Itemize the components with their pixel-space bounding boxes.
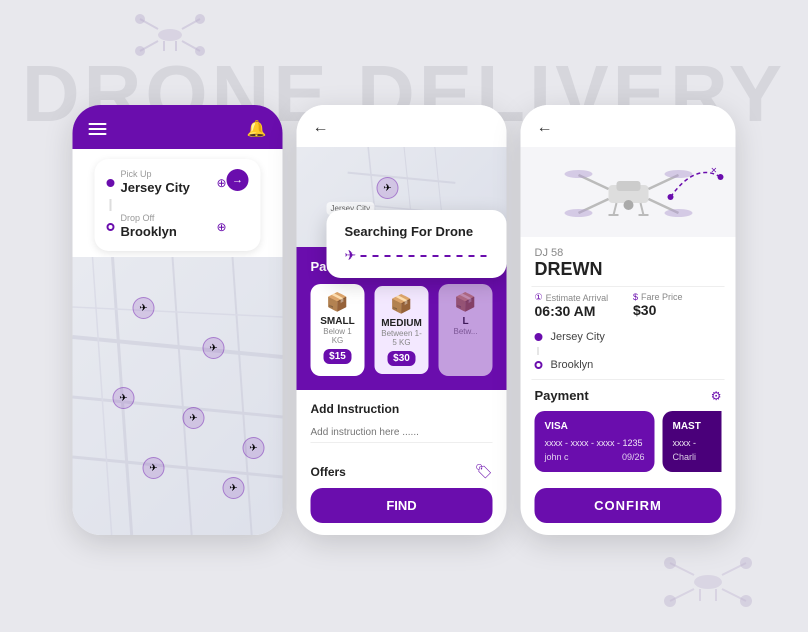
phone2-header: ← (297, 105, 507, 147)
stat-fare-value: $30 (633, 302, 722, 318)
drone-name: DREWN (535, 259, 722, 280)
instruction-title: Add Instruction (311, 402, 493, 416)
cards-row: VISA xxxx - xxxx - xxxx - 1235 john c 09… (535, 411, 722, 472)
offers-label: Offers (311, 465, 346, 479)
visa-holder: john c (545, 452, 569, 462)
dropoff-label: Drop Off (121, 213, 177, 223)
route-mini-from: Jersey City (535, 331, 722, 343)
map-drone-a: ✈ (377, 177, 399, 199)
payment-title: Payment (535, 388, 589, 403)
phone-screen-2: ← ✈ ✈ Jersey City Searching For Drone ✈ (297, 105, 507, 535)
search-drone-popup: Searching For Drone ✈ (327, 210, 507, 278)
master-card[interactable]: MAST xxxx - Charli (663, 411, 722, 472)
package-large-sub: Betw... (445, 327, 487, 336)
package-medium-name: MEDIUM (381, 318, 423, 329)
phone-screen-1: 🔔 Pick Up Jersey City ⊕ (73, 105, 283, 535)
to-dot (535, 361, 543, 369)
visa-details: john c 09/26 (545, 452, 645, 462)
back-arrow-3[interactable]: ← (537, 119, 553, 137)
offers-row: Offers 🏷 (297, 455, 507, 488)
route-mini-to: Brooklyn (535, 359, 722, 371)
target-icon-2[interactable]: ⊕ (216, 220, 226, 234)
route-mini: Jersey City Brooklyn (521, 327, 736, 379)
master-number: xxxx - (673, 438, 722, 448)
master-details: Charli (673, 452, 722, 462)
package-small-price: $15 (323, 349, 352, 364)
package-small[interactable]: 📦 SMALL Below 1 KG $15 (311, 284, 365, 376)
from-city: Jersey City (551, 331, 605, 343)
filter-icon[interactable]: ⚙ (711, 389, 722, 403)
decorative-drone-tl (130, 5, 210, 70)
stat-arrival-label: ① Estimate Arrival (535, 292, 624, 303)
map-drone-5: ✈ (143, 457, 165, 479)
phone1-header: 🔔 (73, 105, 283, 149)
offers-icon[interactable]: 🏷 (475, 463, 493, 480)
bell-icon[interactable]: 🔔 (247, 119, 267, 139)
plane-icon: ✈ (345, 247, 357, 264)
pickup-label: Pick Up (121, 169, 190, 179)
go-button[interactable]: → (227, 169, 249, 191)
dropoff-dot (107, 223, 115, 231)
package-medium-icon: 📦 (381, 294, 423, 315)
stats-row: ① Estimate Arrival 06:30 AM $ Fare Price… (521, 286, 736, 327)
search-animation: ✈ (345, 247, 489, 264)
to-city: Brooklyn (551, 359, 594, 371)
map-drone-7: ✈ (243, 437, 265, 459)
package-small-sub: Below 1 KG (317, 327, 359, 345)
payment-header: Payment ⚙ (535, 388, 722, 403)
instruction-section: Add Instruction (297, 390, 507, 455)
drone-preview: ✕ (521, 147, 736, 237)
pickup-city: Jersey City (121, 180, 190, 195)
hamburger-menu[interactable] (89, 123, 107, 135)
map-area-1: ✈ ✈ ✈ ✈ ✈ ✈ ✈ (73, 257, 283, 535)
visa-card[interactable]: VISA xxxx - xxxx - xxxx - 1235 john c 09… (535, 411, 655, 472)
svg-text:✕: ✕ (711, 166, 718, 175)
stat-fare: $ Fare Price $30 (633, 292, 722, 319)
stat-arrival: ① Estimate Arrival 06:30 AM (535, 292, 624, 319)
from-dot (535, 333, 543, 341)
map-drone-6: ✈ (223, 477, 245, 499)
master-type: MAST (673, 421, 722, 432)
package-medium[interactable]: 📦 MEDIUM Between 1-5 KG $30 (373, 284, 431, 376)
drone-model: DJ 58 (535, 247, 722, 259)
visa-expiry: 09/26 (622, 452, 645, 462)
map-drone-2: ✈ (203, 337, 225, 359)
package-medium-sub: Between 1-5 KG (381, 329, 423, 347)
packages-row: 📦 SMALL Below 1 KG $15 📦 MEDIUM Between … (311, 284, 493, 376)
map-drone-4: ✈ (183, 407, 205, 429)
map-drone-3: ✈ (113, 387, 135, 409)
confirm-button[interactable]: CONFIRM (535, 488, 722, 523)
visa-type: VISA (545, 421, 645, 432)
search-drone-title: Searching For Drone (345, 224, 489, 239)
package-large-icon: 📦 (445, 292, 487, 313)
stat-arrival-value: 06:30 AM (535, 303, 624, 319)
drone-info: DJ 58 DREWN (521, 237, 736, 286)
dropoff-city: Brooklyn (121, 224, 177, 239)
instruction-input[interactable] (311, 427, 493, 443)
back-arrow-2[interactable]: ← (313, 119, 329, 137)
phone3-header: ← (521, 105, 736, 147)
route-card: Pick Up Jersey City ⊕ Drop Off Brooklyn (95, 159, 261, 251)
package-large-name: L (445, 316, 487, 327)
payment-section: Payment ⚙ VISA xxxx - xxxx - xxxx - 1235… (521, 380, 736, 480)
master-holder: Charli (673, 452, 697, 462)
pickup-dot (107, 179, 115, 187)
target-icon[interactable]: ⊕ (216, 176, 226, 190)
search-dash (360, 255, 488, 257)
find-button[interactable]: FIND (311, 488, 493, 523)
phone-screen-3: ← (521, 105, 736, 535)
visa-number: xxxx - xxxx - xxxx - 1235 (545, 438, 645, 448)
stat-fare-label: $ Fare Price (633, 292, 722, 302)
package-medium-price: $30 (387, 351, 416, 366)
screens-container: 🔔 Pick Up Jersey City ⊕ (73, 105, 736, 535)
decorative-drone-br (658, 547, 758, 622)
package-small-icon: 📦 (317, 292, 359, 313)
map-drone-1: ✈ (133, 297, 155, 319)
package-small-name: SMALL (317, 316, 359, 327)
package-large[interactable]: 📦 L Betw... (439, 284, 493, 376)
